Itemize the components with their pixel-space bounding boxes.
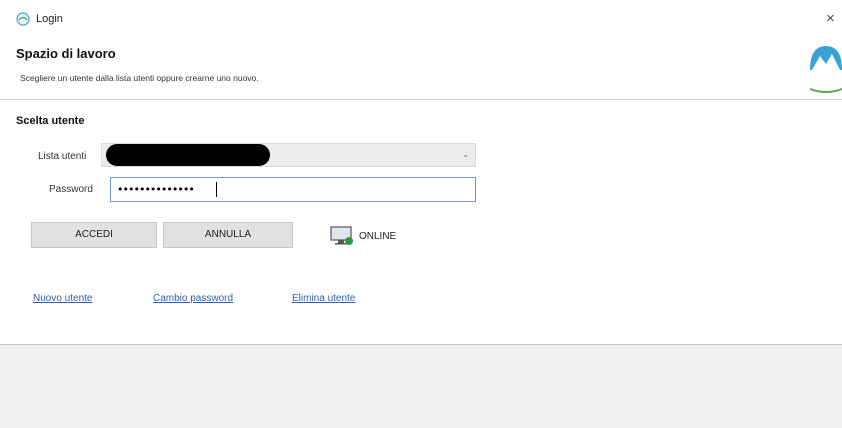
password-value: •••••••••••••• [117,183,195,196]
change-password-link[interactable]: Cambio password [153,293,233,304]
password-field[interactable]: •••••••••••••• [110,177,476,202]
page-subtitle: Scegliere un utente dalla lista utenti o… [20,73,259,83]
footer-panel [0,345,842,428]
annulla-button[interactable]: ANNULLA [163,222,293,248]
user-list-dropdown[interactable]: ⌄ [101,143,476,167]
accedi-button[interactable]: ACCEDI [31,222,157,248]
monitor-online-icon [330,226,353,245]
delete-user-link[interactable]: Elimina utente [292,293,355,304]
text-caret [216,182,217,197]
password-label: Password [49,184,93,195]
new-user-link[interactable]: Nuovo utente [33,293,93,304]
redacted-username [106,144,270,166]
user-list-label: Lista utenti [38,151,87,162]
title-bar: Login × [0,0,842,38]
chevron-down-icon: ⌄ [462,150,469,159]
connection-status: ONLINE [359,231,397,242]
app-logo-icon [810,46,842,93]
window-title: Login [36,13,63,25]
close-button[interactable]: × [826,10,842,28]
header-panel: Spazio di lavoro Scegliere un utente dal… [0,38,842,98]
page-title: Spazio di lavoro [16,46,116,61]
app-icon [16,12,30,26]
header-divider [0,99,842,100]
section-title: Scelta utente [16,115,85,127]
